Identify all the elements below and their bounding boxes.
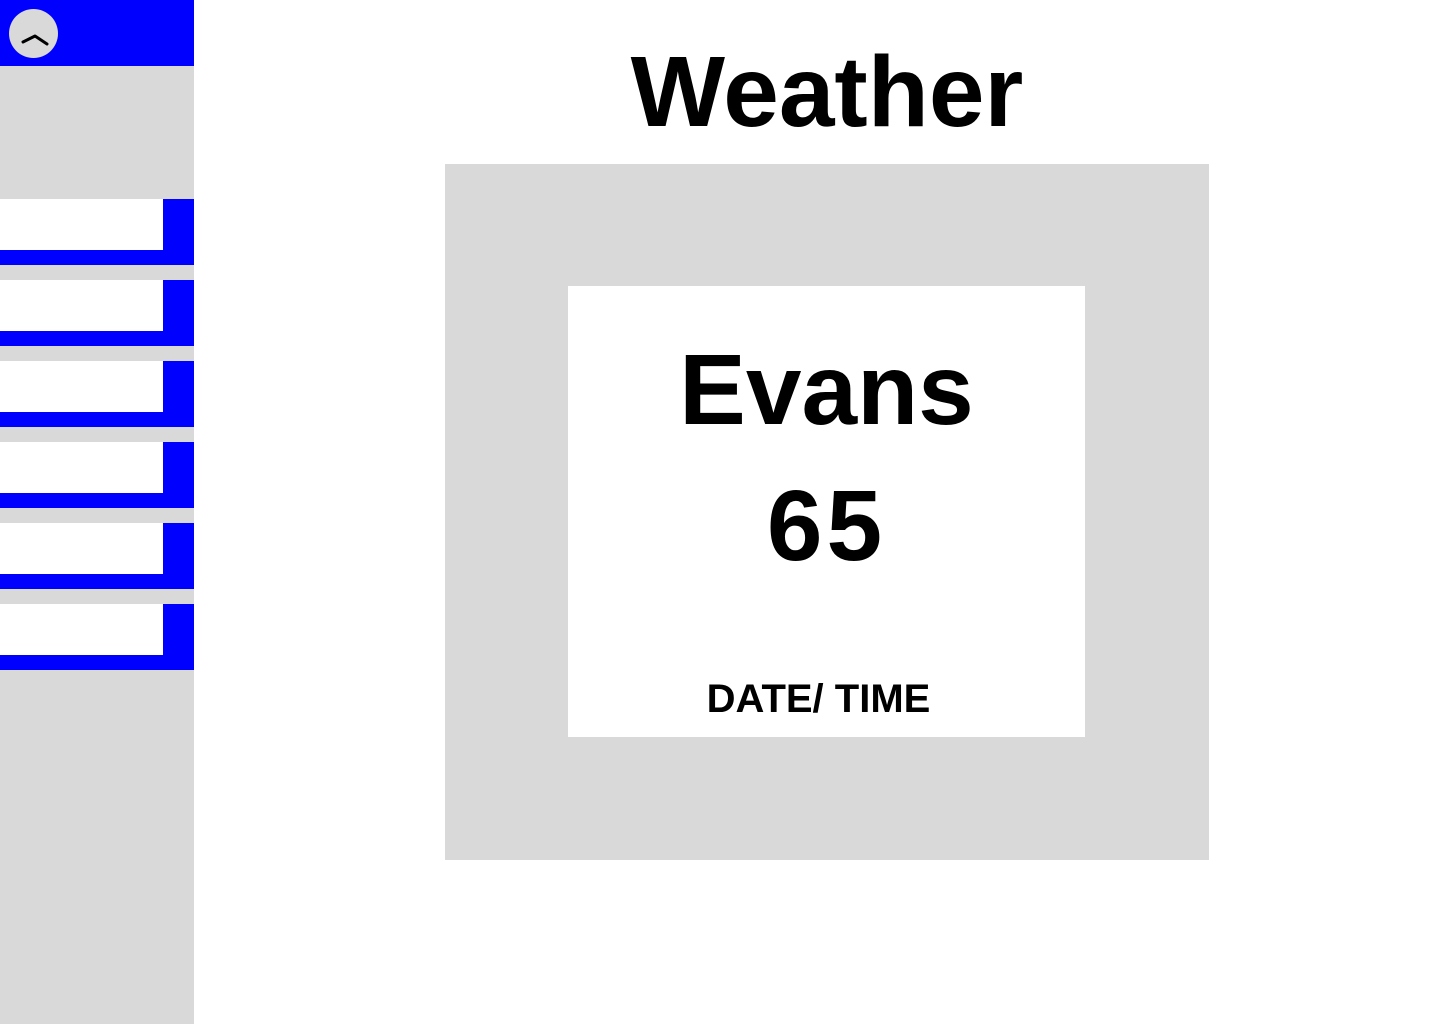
sidebar-item-label[interactable] (0, 199, 163, 250)
sidebar-item-label[interactable] (0, 523, 163, 574)
sidebar-item-1[interactable] (0, 199, 194, 265)
sidebar-item-label[interactable] (0, 361, 163, 412)
sidebar-item-label[interactable] (0, 604, 163, 655)
sidebar-item-6[interactable] (0, 604, 194, 670)
sidebar-item-label[interactable] (0, 442, 163, 493)
sidebar-item-label[interactable] (0, 280, 163, 331)
sidebar (0, 0, 194, 1024)
page-title: Weather (630, 36, 1024, 148)
sidebar-header (0, 0, 194, 66)
chevron-up-icon (21, 34, 49, 46)
temperature-value: 65 (766, 470, 887, 582)
location-name: Evans (679, 334, 974, 446)
weather-card: Evans 65 DATE/ TIME (568, 286, 1085, 737)
sidebar-item-4[interactable] (0, 442, 194, 508)
weather-page: Weather Evans 65 DATE/ TIME (0, 0, 1440, 1024)
sidebar-item-2[interactable] (0, 280, 194, 346)
sidebar-item-5[interactable] (0, 523, 194, 589)
sidebar-item-3[interactable] (0, 361, 194, 427)
collapse-sidebar-button[interactable] (9, 9, 58, 58)
date-time: DATE/ TIME (706, 677, 931, 721)
